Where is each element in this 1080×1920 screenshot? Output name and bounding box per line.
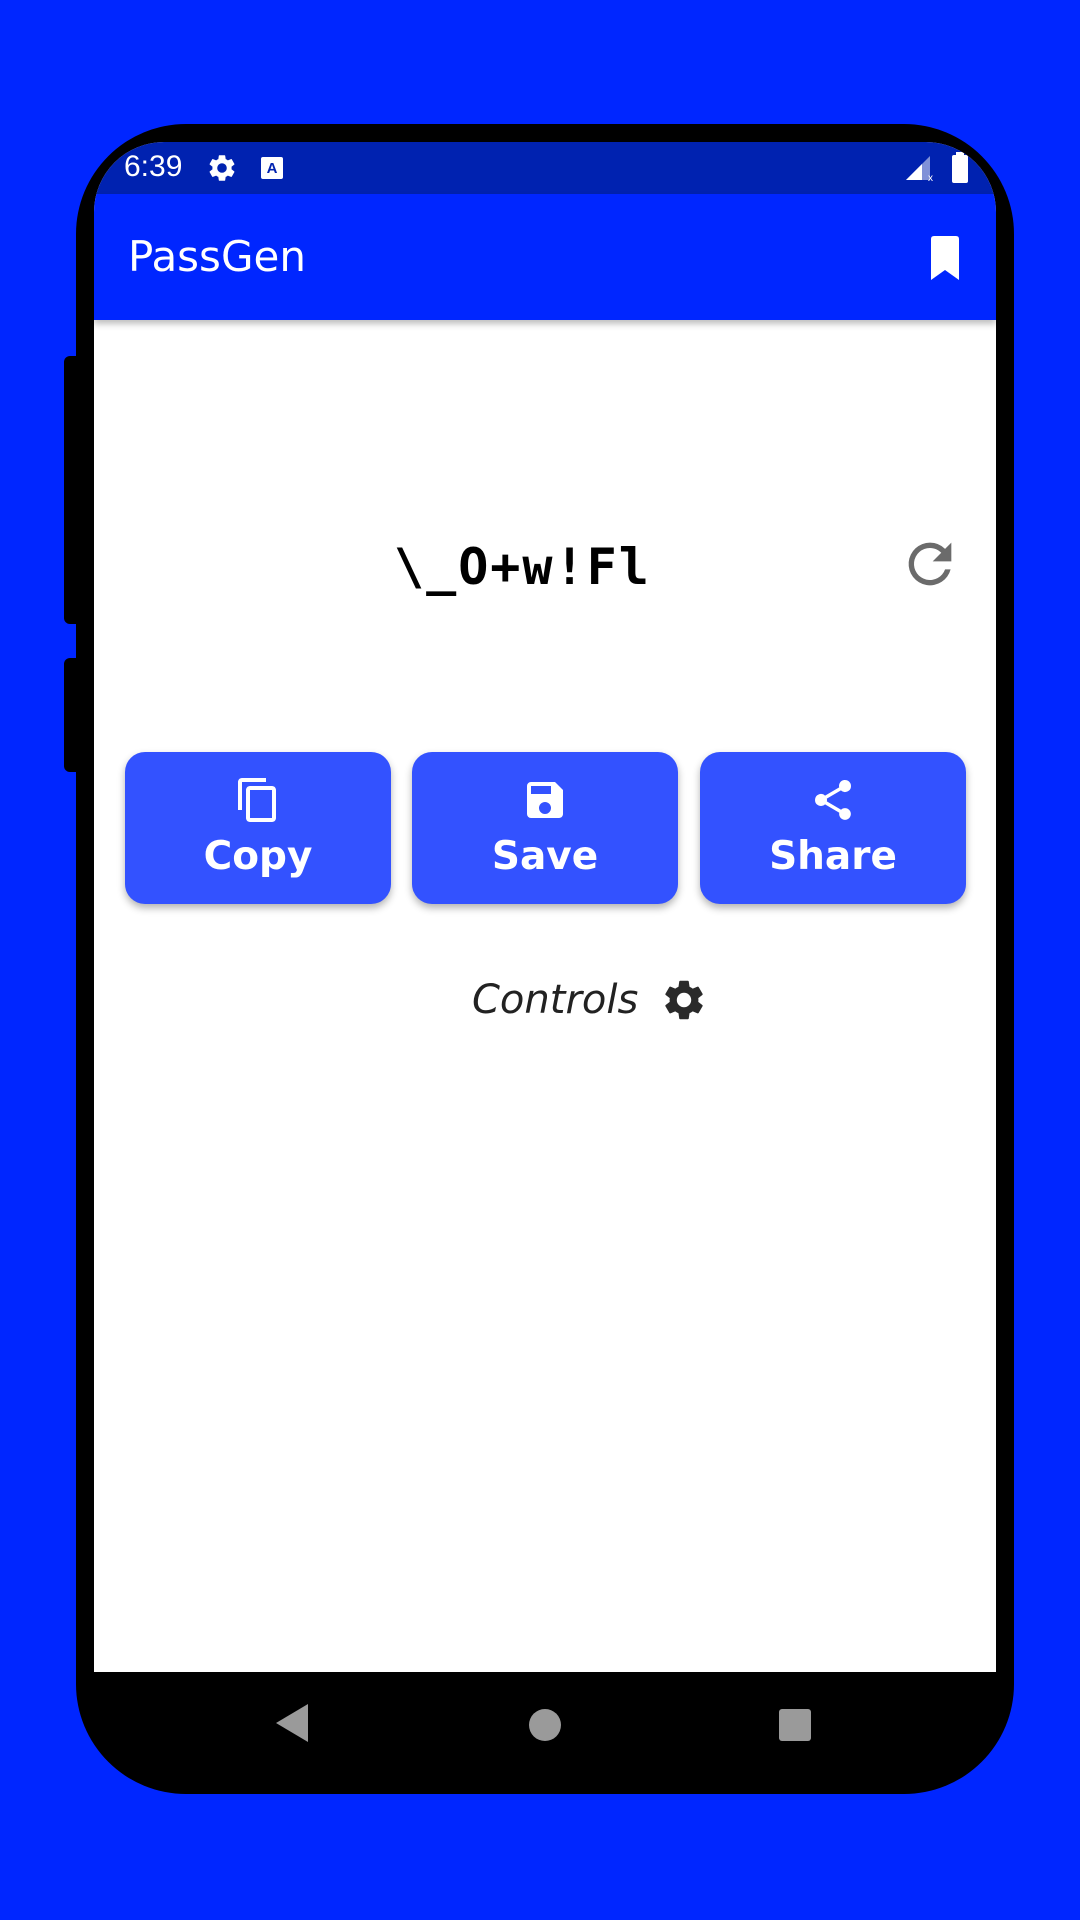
recents-icon[interactable] [778,1708,812,1747]
bookmark-icon[interactable] [928,236,962,285]
home-icon[interactable] [528,1708,562,1747]
svg-text:x: x [928,173,933,182]
copy-icon [125,776,391,824]
battery-icon [950,152,970,189]
signal-icon: x [904,154,934,187]
power-button [64,658,82,772]
save-icon [412,776,678,824]
svg-text:A: A [267,160,278,177]
copy-button[interactable]: Copy [125,752,391,904]
volume-button [64,356,82,624]
share-button[interactable]: Share [700,752,966,904]
share-label: Share [769,834,897,879]
screen: 6:39 A x PassGen \_O+w!Fl Copy Save Shar… [94,142,996,1672]
controls-label: Controls [472,977,639,1023]
controls-toggle[interactable]: Controls [472,976,708,1024]
settings-icon [206,152,238,189]
save-label: Save [491,834,599,879]
back-icon[interactable] [274,1702,310,1749]
copy-label: Copy [203,834,313,879]
navigation-bar [76,1672,1014,1782]
generated-password: \_O+w!Fl [394,538,651,596]
share-icon [700,776,966,824]
app-title: PassGen [128,232,306,281]
keyboard-a-icon: A [260,156,284,185]
status-time: 6:39 [124,150,183,183]
save-button[interactable]: Save [412,752,678,904]
app-bar: PassGen [94,194,996,320]
refresh-icon[interactable] [898,532,962,601]
status-bar: 6:39 A x [94,142,996,194]
gear-icon [660,976,708,1024]
